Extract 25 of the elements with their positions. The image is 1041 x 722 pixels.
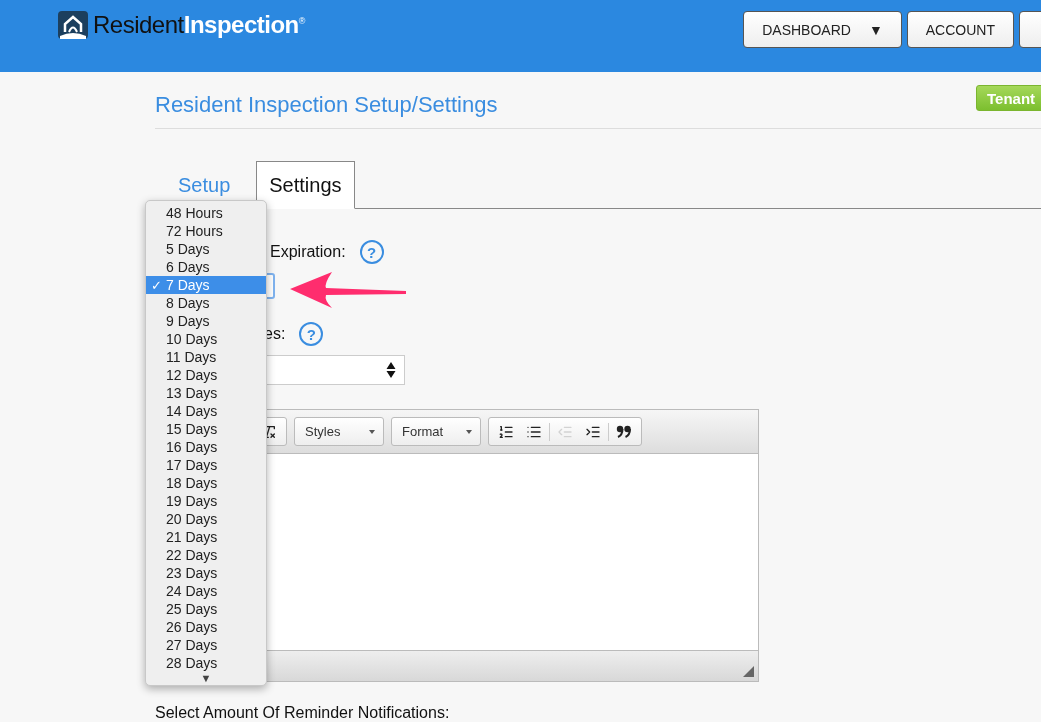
- dropdown-option[interactable]: 12 Days: [146, 366, 266, 384]
- tab[interactable]: Settings: [256, 161, 355, 209]
- house-logo-icon: [57, 10, 89, 40]
- dropdown-option[interactable]: 10 Days: [146, 330, 266, 348]
- dropdown-option[interactable]: 6 Days: [146, 258, 266, 276]
- field-label: Select Amount Of Reminder Notifications:: [155, 704, 451, 722]
- nav-button[interactable]: ACCOUNT: [906, 11, 1014, 48]
- logo-text: ResidentInspection$^{®}$: [93, 11, 305, 39]
- field-label: Expiration:: [270, 243, 346, 261]
- numbered-list-icon: [498, 423, 514, 440]
- dropdown-option[interactable]: 72 Hours: [146, 222, 266, 240]
- caret-icon: [369, 429, 375, 434]
- caret-icon: [466, 429, 472, 434]
- resize-grip-icon[interactable]: [743, 666, 754, 677]
- quote-icon: [616, 424, 632, 439]
- format-dropdown[interactable]: Format: [391, 417, 481, 446]
- dropdown-option[interactable]: 11 Days: [146, 348, 266, 366]
- nav-button[interactable]: DASHBOARD ▼: [743, 11, 902, 48]
- up-down-arrows-icon: [386, 361, 396, 379]
- dropdown-option[interactable]: 8 Days: [146, 294, 266, 312]
- styles-dropdown[interactable]: Styles: [294, 417, 384, 446]
- dropdown-option[interactable]: 13 Days: [146, 384, 266, 402]
- page-title: Resident Inspection Setup/Settings: [155, 92, 498, 118]
- dropdown-option[interactable]: 5 Days: [146, 240, 266, 258]
- dropdown-option[interactable]: 9 Days: [146, 312, 266, 330]
